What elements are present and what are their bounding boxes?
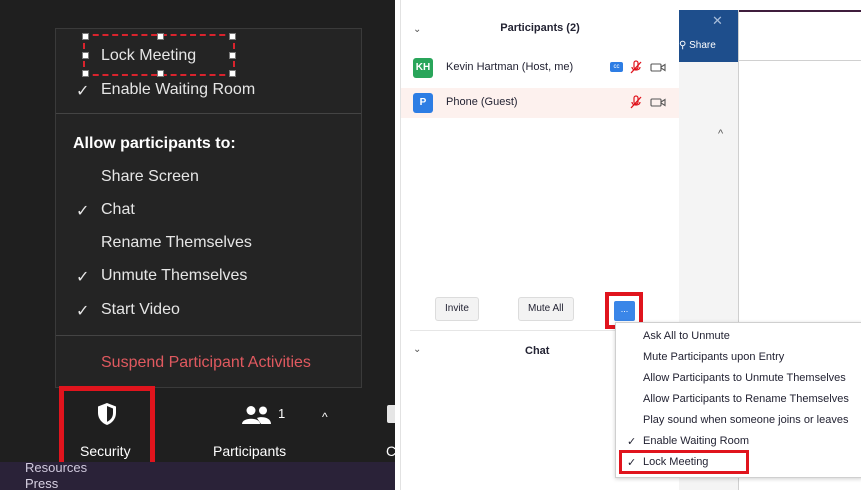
- participants-title: Participants (2): [500, 22, 580, 34]
- partial-toolbar-label: C: [386, 443, 395, 459]
- lock-meeting-highlight: [619, 450, 749, 474]
- ctx-item-allow-unmute[interactable]: Allow Participants to Unmute Themselves: [616, 369, 861, 389]
- participants-count: 1: [278, 406, 286, 421]
- mic-muted-icon[interactable]: [630, 95, 642, 110]
- partial-resources-text: Resources: [25, 460, 88, 475]
- participants-icon: [242, 406, 271, 424]
- participant-row[interactable]: P Phone (Guest): [401, 88, 679, 118]
- background-window-titlebar: [678, 10, 738, 62]
- menu-divider: [56, 335, 361, 336]
- chevron-up-icon[interactable]: ^: [322, 410, 328, 424]
- avatar: KH: [413, 58, 433, 78]
- security-panel: Lock Meeting ✓ Enable Waiting Room Allow…: [0, 0, 395, 490]
- avatar: P: [413, 93, 433, 113]
- chat-icon[interactable]: [387, 405, 395, 423]
- video-icon[interactable]: [650, 62, 666, 73]
- chat-title: Chat: [525, 345, 550, 357]
- ctx-item-mute-upon-entry[interactable]: Mute Participants upon Entry: [616, 348, 861, 368]
- security-menu: Lock Meeting ✓ Enable Waiting Room Allow…: [55, 28, 362, 388]
- more-button[interactable]: ...: [614, 301, 635, 321]
- participant-row[interactable]: KH Kevin Hartman (Host, me) cc: [401, 53, 679, 83]
- video-icon[interactable]: [650, 97, 666, 108]
- bottom-strip: Resources Press: [0, 460, 395, 490]
- ctx-item-ask-all-unmute[interactable]: Ask All to Unmute: [616, 327, 861, 347]
- ctx-item-allow-rename[interactable]: Allow Participants to Rename Themselves: [616, 390, 861, 410]
- chevron-up-icon[interactable]: ^: [718, 128, 723, 140]
- ctx-item-enable-waiting-room[interactable]: ✓ Enable Waiting Room: [616, 432, 861, 452]
- check-icon: ✓: [76, 203, 90, 220]
- share-button[interactable]: ⚲ Share: [679, 40, 716, 51]
- check-icon: ✓: [76, 83, 90, 100]
- close-icon[interactable]: ✕: [712, 13, 723, 29]
- ctx-item-play-sound[interactable]: Play sound when someone joins or leaves: [616, 411, 861, 431]
- enable-waiting-room-label: Enable Waiting Room: [101, 81, 256, 98]
- chevron-down-icon[interactable]: ⌄: [413, 344, 421, 355]
- cc-badge: cc: [610, 62, 623, 72]
- check-icon: ✓: [627, 436, 637, 448]
- mute-all-button[interactable]: Mute All: [518, 297, 574, 321]
- menu-divider: [56, 113, 361, 114]
- check-icon: ✓: [76, 269, 90, 286]
- search-icon: ⚲: [679, 40, 687, 51]
- participant-name: Kevin Hartman (Host, me): [446, 61, 574, 73]
- invite-button[interactable]: Invite: [435, 297, 479, 321]
- participant-name: Phone (Guest): [446, 96, 518, 108]
- lock-meeting-selection: [82, 33, 236, 77]
- press-text: Press: [25, 476, 59, 490]
- mic-muted-icon[interactable]: [630, 60, 642, 75]
- check-icon: ✓: [76, 303, 90, 320]
- participants-label: Participants: [213, 443, 287, 459]
